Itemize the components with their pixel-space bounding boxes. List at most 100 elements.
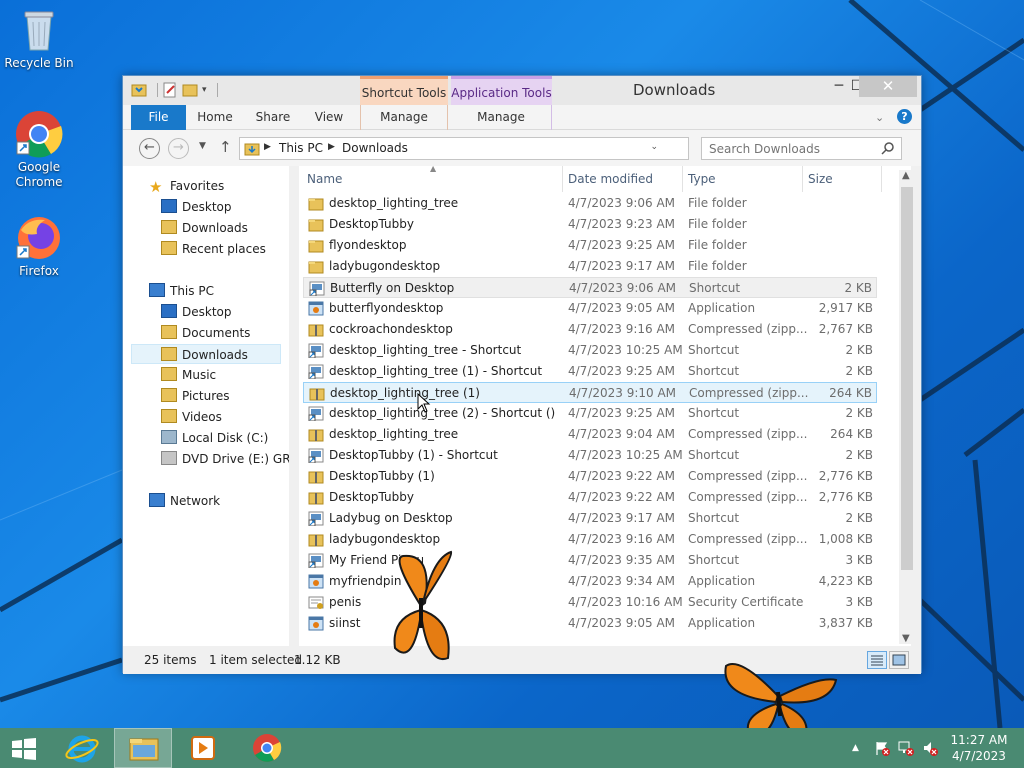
nav-pc-desktop[interactable]: Desktop — [161, 302, 232, 322]
action-center-flag-icon[interactable] — [874, 740, 890, 756]
nav-pc-dvd-drive[interactable]: DVD Drive (E:) GRTM — [161, 449, 289, 469]
breadcrumb-downloads[interactable]: Downloads — [342, 141, 408, 155]
expand-ribbon-chevron-icon[interactable]: ⌄ — [875, 111, 884, 124]
recent-locations-chevron-icon[interactable]: ▼ — [199, 141, 206, 151]
column-divider[interactable] — [802, 166, 803, 192]
file-row[interactable]: ladybugondesktop 4/7/2023 9:17 AM File fol… — [303, 256, 877, 277]
nav-pc-documents[interactable]: Documents — [161, 323, 250, 343]
scroll-down-icon[interactable]: ▼ — [902, 633, 910, 644]
customize-chevron-icon[interactable]: ▾ — [202, 85, 207, 95]
file-row[interactable]: desktop_lighting_tree (2) - Shortcut () 4… — [303, 403, 877, 424]
shortcut-icon — [308, 448, 324, 463]
taskbar-chrome[interactable] — [238, 728, 296, 768]
music-folder-icon — [161, 367, 177, 381]
vertical-scrollbar[interactable]: ▲ ▼ — [899, 170, 916, 644]
tab-view[interactable]: View — [303, 105, 355, 130]
window-title: Downloads — [633, 81, 716, 99]
file-row[interactable]: flyondesktop 4/7/2023 9:25 AM File folder — [303, 235, 877, 256]
clock-date: 4/7/2023 — [952, 749, 1006, 763]
search-box[interactable] — [701, 137, 902, 160]
back-button[interactable]: ← — [139, 138, 160, 159]
column-divider[interactable] — [562, 166, 563, 192]
properties-icon[interactable] — [162, 82, 178, 98]
file-row[interactable]: desktop_lighting_tree 4/7/2023 9:06 AM Fil… — [303, 193, 877, 214]
search-icon[interactable] — [881, 141, 895, 155]
folder-icon — [308, 219, 324, 232]
volume-muted-icon[interactable] — [922, 740, 938, 756]
butterfly-overlay-1 — [393, 550, 453, 661]
tab-manage-application[interactable]: Manage — [451, 105, 552, 130]
file-name: DesktopTubby — [329, 217, 414, 231]
file-size: 2 KB — [845, 448, 873, 462]
nav-pc-music[interactable]: Music — [161, 365, 216, 385]
zip-icon — [308, 324, 324, 337]
address-dropdown-icon[interactable]: ⌄ — [650, 142, 658, 152]
column-header-name[interactable]: Name — [307, 172, 342, 190]
search-input[interactable] — [702, 138, 877, 159]
file-row[interactable]: cockroachondesktop 4/7/2023 9:16 AM Compre… — [303, 319, 877, 340]
breadcrumb-separator-icon[interactable]: ▶ — [328, 142, 335, 152]
column-header-date[interactable]: Date modified — [568, 172, 653, 190]
desktop-icon-recycle-bin[interactable]: Recycle Bin — [2, 6, 76, 71]
desktop-icon-firefox[interactable]: Firefox — [2, 214, 76, 279]
file-row[interactable]: desktop_lighting_tree - Shortcut 4/7/2023… — [303, 340, 877, 361]
nav-fav-recent-places[interactable]: Recent places — [161, 239, 266, 259]
breadcrumb-separator-icon[interactable]: ▶ — [264, 142, 271, 152]
file-name: desktop_lighting_tree — [329, 427, 459, 441]
nav-label: Desktop — [182, 305, 232, 319]
file-row[interactable]: desktop_lighting_tree (1) 4/7/2023 9:10 A… — [303, 382, 877, 403]
column-divider[interactable] — [881, 166, 882, 192]
help-icon[interactable]: ? — [897, 109, 912, 124]
column-divider[interactable] — [682, 166, 683, 192]
file-row[interactable]: DesktopTubby 4/7/2023 9:22 AM Compressed (… — [303, 487, 877, 508]
file-row[interactable]: desktop_lighting_tree 4/7/2023 9:04 AM Com… — [303, 424, 877, 445]
nav-pc-pictures[interactable]: Pictures — [161, 386, 230, 406]
file-row[interactable]: Ladybug on Desktop 4/7/2023 9:17 AM Shortc… — [303, 508, 877, 529]
breadcrumb-this-pc[interactable]: This PC — [279, 141, 323, 155]
file-row[interactable]: Butterfly on Desktop 4/7/2023 9:06 AM Shor… — [303, 277, 877, 298]
nav-pc-downloads[interactable]: Downloads — [131, 344, 281, 364]
nav-favorites[interactable]: ★ Favorites — [149, 176, 224, 196]
file-date: 4/7/2023 10:25 AM — [568, 343, 683, 357]
tab-file[interactable]: File — [131, 105, 186, 130]
tab-manage-shortcut[interactable]: Manage — [360, 105, 448, 130]
close-button[interactable]: ✕ — [859, 76, 917, 97]
large-icons-view-button[interactable] — [889, 651, 909, 669]
taskbar-media-player[interactable] — [174, 728, 232, 768]
file-row[interactable]: ladybugondesktop 4/7/2023 9:16 AM Compress… — [303, 529, 877, 550]
nav-fav-desktop[interactable]: Desktop — [161, 197, 232, 217]
file-row[interactable]: desktop_lighting_tree (1) - Shortcut 4/7/… — [303, 361, 877, 382]
nav-pc-local-disk[interactable]: Local Disk (C:) — [161, 428, 268, 448]
tab-share[interactable]: Share — [247, 105, 299, 130]
column-header-type[interactable]: Type — [688, 172, 716, 190]
scroll-up-icon[interactable]: ▲ — [902, 170, 910, 181]
nav-fav-downloads[interactable]: Downloads — [161, 218, 248, 238]
system-clock[interactable]: 11:27 AM 4/7/2023 — [944, 732, 1014, 764]
desktop-icon — [161, 304, 177, 318]
nav-this-pc[interactable]: This PC — [149, 281, 214, 301]
file-row[interactable]: DesktopTubby 4/7/2023 9:23 AM File folder — [303, 214, 877, 235]
show-hidden-icons-chevron-icon[interactable]: ▲ — [852, 743, 859, 753]
nav-network[interactable]: Network — [149, 491, 220, 511]
tab-home[interactable]: Home — [189, 105, 241, 130]
scrollbar-thumb[interactable] — [901, 187, 913, 570]
file-row[interactable]: DesktopTubby (1) 4/7/2023 9:22 AM Compress… — [303, 466, 877, 487]
taskbar-internet-explorer[interactable] — [53, 728, 111, 768]
desktop-icon-chrome[interactable]: Google Chrome — [2, 110, 76, 190]
column-header-size[interactable]: Size — [808, 172, 833, 190]
nav-pc-videos[interactable]: Videos — [161, 407, 222, 427]
new-folder-icon[interactable] — [182, 82, 198, 98]
address-bar[interactable]: ▶ This PC ▶ Downloads ⌄ ↻ — [239, 137, 800, 160]
network-status-icon[interactable] — [898, 740, 914, 756]
explorer-icon[interactable] — [131, 82, 147, 98]
details-view-button[interactable] — [867, 651, 887, 669]
title-bar[interactable]: ▾ Shortcut Tools Application Tools Downl… — [123, 76, 921, 105]
shortcut-icon — [308, 553, 324, 568]
file-row[interactable]: butterflyondesktop 4/7/2023 9:05 AM Applic… — [303, 298, 877, 319]
taskbar-file-explorer[interactable] — [114, 728, 172, 768]
forward-button[interactable]: → — [168, 138, 189, 159]
file-row[interactable]: DesktopTubby (1) - Shortcut 4/7/2023 10:2… — [303, 445, 877, 466]
start-button[interactable] — [0, 728, 48, 768]
up-button[interactable]: ↑ — [219, 138, 232, 156]
zip-icon — [308, 429, 324, 442]
